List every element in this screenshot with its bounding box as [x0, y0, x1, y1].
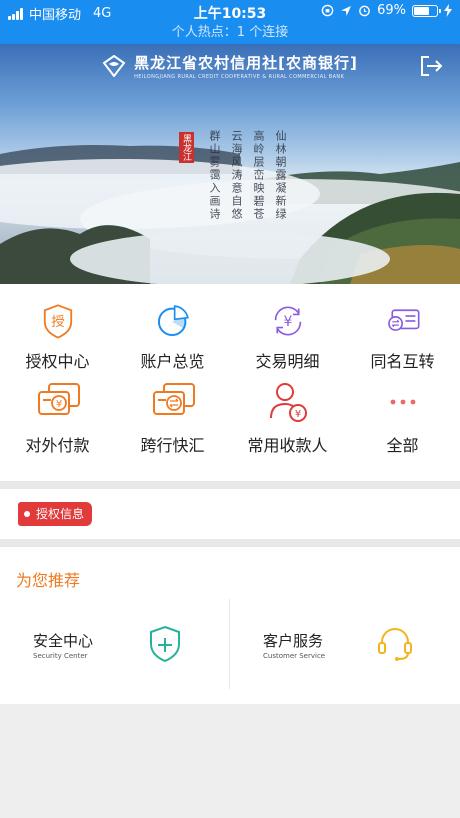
svg-text:¥: ¥ — [55, 399, 61, 410]
battery-icon — [412, 4, 441, 17]
headset-icon — [378, 628, 412, 661]
poem-seal: 黑龙江 — [179, 132, 194, 163]
charging-icon — [444, 4, 452, 17]
more-dots-icon — [390, 399, 415, 405]
grid-item-account-overview[interactable]: 账户总览 — [115, 284, 230, 372]
poem-line: 仙林朝露凝新绿 — [274, 130, 287, 221]
bank-name: 黑龙江省农村信用社[农商银行] — [134, 54, 358, 72]
grid-item-label: 跨行快汇 — [140, 436, 205, 455]
quick-function-grid: 授 授权中心 账户总览 ¥ 交易明细 同名互转 ¥ 对外付款 跨行快汇 ¥ 常用… — [0, 284, 460, 481]
grid-item-label: 交易明细 — [255, 352, 320, 371]
recommend-item-title: 客户服务 — [263, 632, 324, 650]
grid-item-frequent-payee[interactable]: ¥ 常用收款人 — [230, 372, 345, 460]
authorize-icon: 授 — [43, 304, 72, 339]
poem-line: 群山雾霭入画诗 — [208, 130, 221, 221]
battery-percent: 69% — [377, 3, 406, 18]
grid-item-external-payment[interactable]: ¥ 对外付款 — [0, 372, 115, 460]
grid-item-all[interactable]: 全部 — [345, 372, 460, 460]
logout-icon[interactable] — [418, 54, 444, 78]
hero-banner: 黑龙江省农村信用社[农商银行] HEILONGJIANG RURAL CREDI… — [0, 44, 460, 284]
section-divider — [0, 539, 460, 547]
payee-icon: ¥ — [269, 383, 307, 422]
grid-item-label: 对外付款 — [25, 436, 90, 455]
rotation-lock-icon — [321, 4, 334, 17]
recommend-item-subtitle: Customer Service — [263, 652, 326, 660]
bank-name-en: HEILONGJIANG RURAL CREDIT COOPERATIVE & … — [134, 74, 345, 80]
location-icon — [341, 5, 352, 16]
status-right: 69% — [321, 3, 452, 18]
grid-item-label: 同名互转 — [370, 352, 435, 371]
yuan-refresh-icon: ¥ — [274, 306, 301, 336]
card-exchange-icon — [152, 383, 195, 415]
status-bar: 中国移动 4G 上午10:53 69% — [0, 0, 460, 24]
auth-info-strip: 授权信息 — [0, 489, 460, 539]
auth-info-label: 授权信息 — [36, 507, 85, 521]
section-divider — [0, 481, 460, 489]
alarm-icon — [359, 5, 370, 17]
poem-line: 云海风涛意自悠 — [230, 130, 243, 221]
bank-logo: 黑龙江省农村信用社[农商银行] HEILONGJIANG RURAL CREDI… — [0, 52, 460, 80]
hotspot-bar[interactable]: 个人热点：1 个连接 — [0, 24, 460, 44]
shield-plus-icon — [150, 625, 180, 663]
grid-item-interbank-remit[interactable]: 跨行快汇 — [115, 372, 230, 460]
recommend-item-subtitle: Security Center — [33, 652, 88, 660]
grid-item-label: 授权中心 — [25, 352, 90, 371]
bank-logo-icon — [102, 55, 126, 77]
grid-item-authorize[interactable]: 授 授权中心 — [0, 284, 115, 372]
grid-item-transaction-detail[interactable]: ¥ 交易明细 — [230, 284, 345, 372]
svg-text:授: 授 — [51, 314, 64, 330]
recommend-item-title: 安全中心 — [33, 632, 94, 650]
grid-item-same-name-transfer[interactable]: 同名互转 — [345, 284, 460, 372]
auth-info-tag[interactable]: 授权信息 — [18, 502, 93, 526]
grid-item-label: 常用收款人 — [247, 436, 328, 455]
svg-text:¥: ¥ — [294, 409, 300, 420]
card-transfer-icon — [387, 309, 420, 331]
recommend-section: 为您推荐 安全中心 Security Center 客户服务 Customer … — [0, 547, 460, 704]
poem-line: 高岭层峦映碧苍 — [252, 130, 265, 221]
svg-text:¥: ¥ — [283, 314, 292, 330]
tag-hole-icon — [24, 511, 30, 517]
grid-item-label: 账户总览 — [140, 352, 205, 371]
grid-item-label: 全部 — [386, 436, 419, 455]
recommend-security-center[interactable]: 安全中心 Security Center — [0, 602, 230, 692]
pie-chart-icon — [157, 305, 189, 337]
card-yuan-icon: ¥ — [37, 383, 80, 415]
recommend-customer-service[interactable]: 客户服务 Customer Service — [230, 602, 460, 692]
recommend-title: 为您推荐 — [16, 571, 81, 590]
